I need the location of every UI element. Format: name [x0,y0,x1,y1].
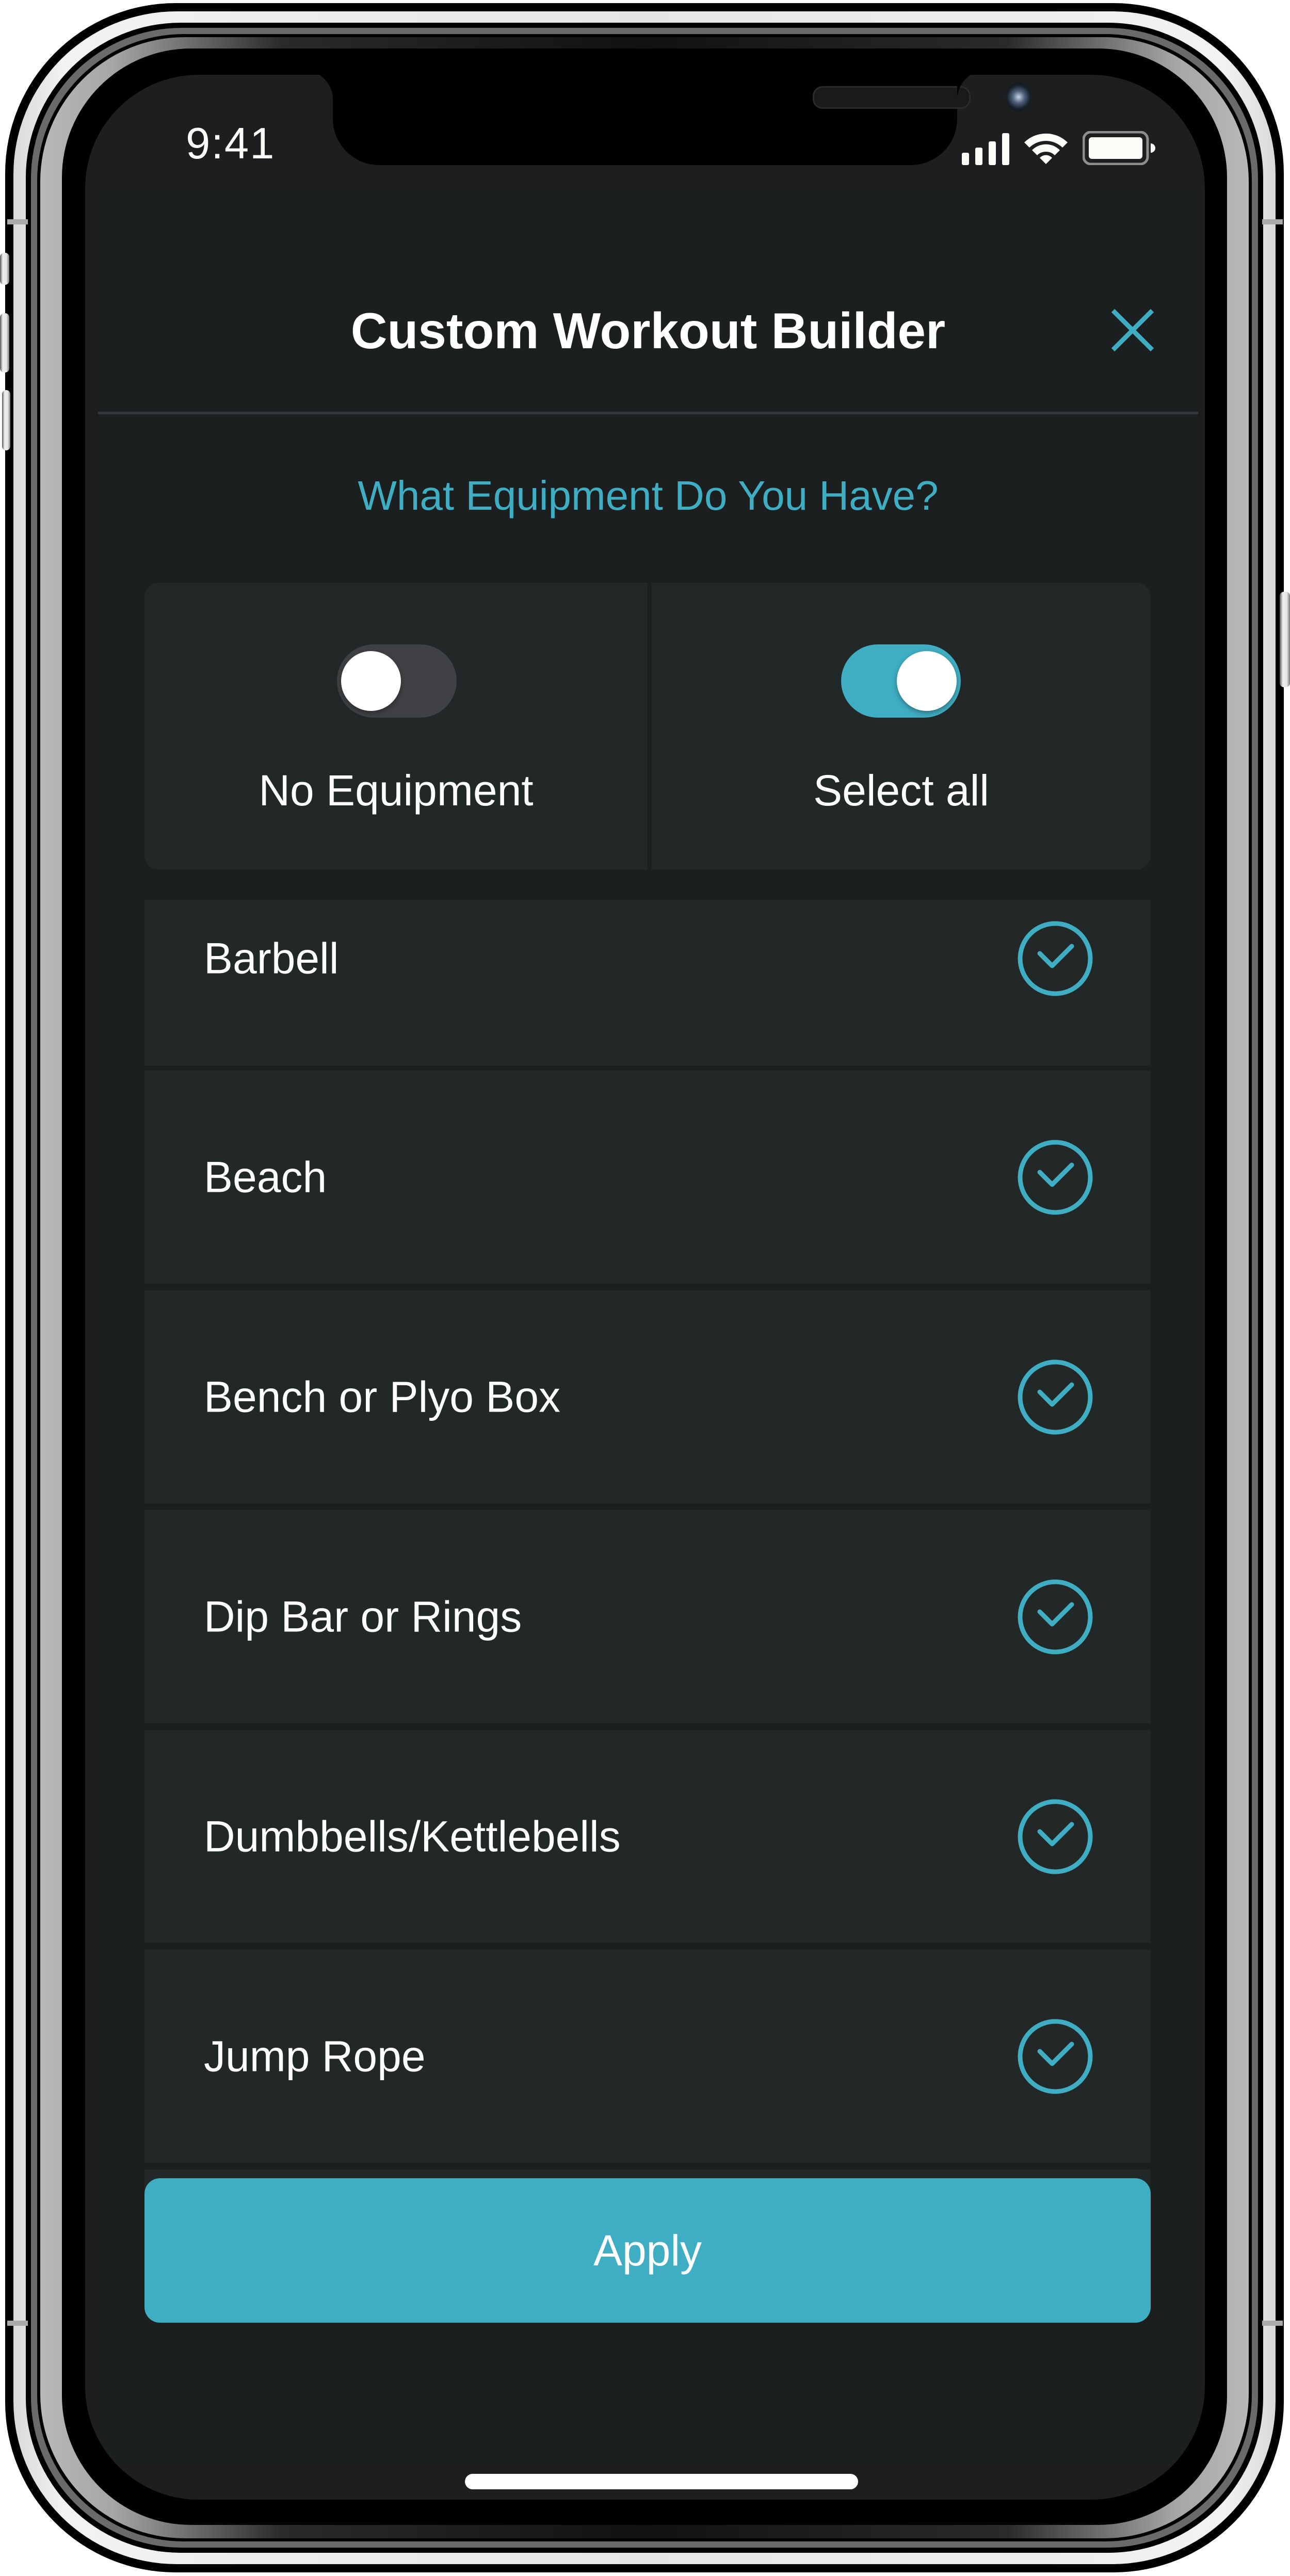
check-circle-icon [1018,1359,1093,1434]
workout-builder-screen: Custom Workout Builder What Equipment Do… [98,191,1198,2489]
close-button[interactable] [1107,304,1158,356]
toggle-knob [897,651,957,711]
status-icons [962,129,1156,165]
mute-switch [0,253,9,285]
list-item-dip-bar-or-rings[interactable]: Dip Bar or Rings [144,1510,1151,1723]
check-circle-icon [1018,1579,1093,1654]
select-all-toggle[interactable] [841,644,961,718]
check-circle-icon [1018,2019,1093,2094]
wifi-icon [1023,132,1069,165]
header-divider [98,412,1198,414]
antenna-band [1262,219,1283,224]
no-equipment-label: No Equipment [259,766,534,815]
status-time: 9:41 [186,119,276,168]
check-circle-icon [1018,1140,1093,1214]
no-equipment-toggle[interactable] [337,644,457,718]
cell-divider [648,582,652,870]
no-equipment-cell: No Equipment [144,582,648,870]
close-icon [1111,309,1154,352]
phone-screen: 9:41 Custom Workout Builder What Equipme… [85,75,1205,2500]
battery-icon [1083,131,1156,165]
list-item-label: Jump Rope [204,2032,426,2080]
list-item-label: Barbell [204,934,339,983]
equipment-list[interactable]: Barbell Beach Bench or Plyo Box Dip Bar … [144,900,1151,2282]
section-subtitle: What Equipment Do You Have? [358,473,939,519]
home-indicator[interactable] [465,2474,858,2489]
apply-button[interactable]: Apply [144,2178,1151,2323]
antenna-band [7,219,28,224]
page-title: Custom Workout Builder [350,302,946,359]
antenna-band [7,2321,28,2326]
check-circle-icon [1018,921,1093,996]
list-item-label: Dip Bar or Rings [204,1592,522,1641]
list-item-jump-rope[interactable]: Jump Rope [144,1950,1151,2163]
volume-down-button [2,390,10,450]
list-item-label: Bench or Plyo Box [204,1372,561,1421]
list-item-label: Beach [204,1153,327,1201]
list-item-barbell[interactable]: Barbell [144,900,1151,1065]
power-button [1280,592,1290,687]
volume-up-button [0,313,9,372]
list-item-label: Dumbbells/Kettlebells [204,1812,621,1860]
list-item-dumbbells-kettlebells[interactable]: Dumbbells/Kettlebells [144,1730,1151,1943]
check-circle-icon [1018,1799,1093,1874]
earpiece-speaker [813,86,971,109]
antenna-band [1262,2321,1283,2326]
select-all-cell: Select all [652,582,1151,870]
equipment-toggle-card: No Equipment Select all [144,582,1151,870]
notch [302,75,1031,165]
list-item-beach[interactable]: Beach [144,1071,1151,1284]
list-item-bench-or-plyo-box[interactable]: Bench or Plyo Box [144,1290,1151,1503]
cellular-signal-icon [962,133,1009,165]
select-all-label: Select all [813,766,989,815]
toggle-knob [341,651,401,711]
front-camera [1006,83,1031,111]
